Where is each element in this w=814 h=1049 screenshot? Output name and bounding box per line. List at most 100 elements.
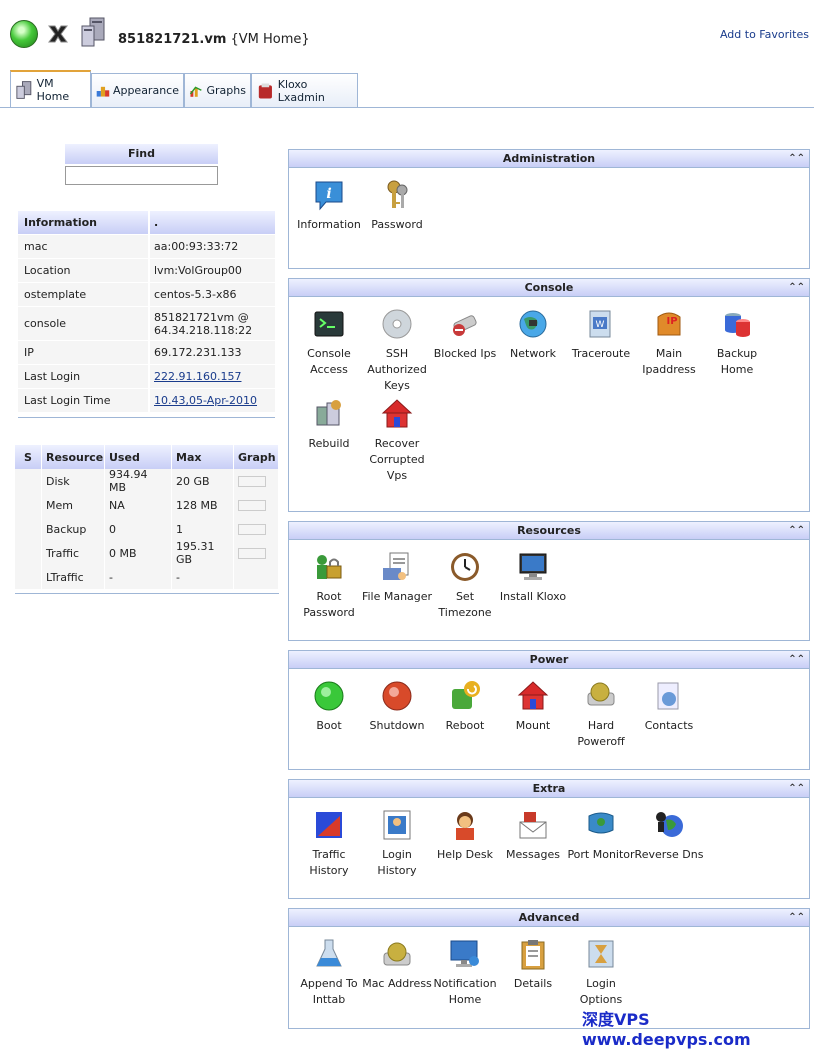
hard-disk-icon <box>584 679 618 713</box>
disable-x-icon[interactable] <box>44 20 72 48</box>
item-label: Backup Home <box>716 347 758 376</box>
mac-disk-item[interactable]: Mac Address <box>361 937 433 992</box>
kloxo-icon <box>258 82 272 99</box>
panel-header: Console ⌃⌃ <box>289 279 809 297</box>
add-to-favorites-link[interactable]: Add to Favorites <box>720 28 809 41</box>
collapse-icon[interactable]: ⌃⌃ <box>788 909 805 927</box>
tab-graphs[interactable]: Graphs <box>184 73 251 107</box>
item-label: Login Options <box>579 977 623 1006</box>
tab-appearance[interactable]: Appearance <box>91 73 184 107</box>
mount-item[interactable]: Mount <box>497 679 569 734</box>
resource-graph <box>234 517 278 541</box>
notification-item[interactable]: Notification Home <box>429 937 501 1008</box>
divider <box>15 593 279 594</box>
traceroute-icon: W <box>584 307 618 341</box>
item-label: Install Kloxo <box>499 590 567 603</box>
col-status: S <box>15 445 41 469</box>
help-desk-item[interactable]: Help Desk <box>429 808 501 863</box>
resource-row: Mem NA 128 MB <box>15 493 279 517</box>
database-item[interactable]: Backup Home <box>701 307 773 378</box>
tab-kloxo-lxadmin[interactable]: Kloxo Lxadmin <box>251 73 358 107</box>
database-icon <box>720 307 754 341</box>
page-title: 851821721.vm {VM Home} <box>118 32 310 47</box>
item-label: Mount <box>515 719 551 732</box>
keys-icon <box>380 178 414 212</box>
resource-graph <box>234 469 278 493</box>
collapse-icon[interactable]: ⌃⌃ <box>788 780 805 798</box>
col-used: Used <box>105 445 171 469</box>
traceroute-item[interactable]: W Traceroute <box>565 307 637 362</box>
item-label: Rebuild <box>308 437 350 450</box>
collapse-icon[interactable]: ⌃⌃ <box>788 651 805 669</box>
hourglass-item[interactable]: Login Options <box>565 937 637 1008</box>
flask-item[interactable]: Append To Inttab <box>293 937 365 1008</box>
resource-name: Backup <box>42 517 104 541</box>
reboot-item[interactable]: Reboot <box>429 679 501 734</box>
resource-max: 1 <box>172 517 233 541</box>
divider <box>18 417 275 418</box>
svg-text:W: W <box>596 320 605 330</box>
hard-disk-item[interactable]: Hard Poweroff <box>565 679 637 750</box>
panel-title: Administration <box>502 152 596 165</box>
messages-icon <box>516 808 550 842</box>
clock-item[interactable]: Set Timezone <box>429 550 501 621</box>
information-item[interactable]: i Information <box>293 178 365 233</box>
traffic-chart-item[interactable]: Traffic History <box>293 808 365 879</box>
header: 851821721.vm {VM Home} Add to Favorites <box>0 0 814 70</box>
login-history-item[interactable]: Login History <box>361 808 433 879</box>
info-row-console: console 851821721vm @ 64.34.218.118:22 <box>18 307 275 341</box>
contacts-icon <box>652 679 686 713</box>
collapse-icon[interactable]: ⌃⌃ <box>788 279 805 297</box>
tab-vm-home[interactable]: VM Home <box>10 70 91 108</box>
ip-item[interactable]: IP Main Ipaddress <box>633 307 705 378</box>
monitor-item[interactable]: Install Kloxo <box>497 550 569 605</box>
item-label: Set Timezone <box>438 590 492 619</box>
file-manager-item[interactable]: File Manager <box>361 550 433 605</box>
last-login-link[interactable]: 222.91.160.157 <box>154 370 241 383</box>
item-label: Reboot <box>445 719 485 732</box>
info-label: Last Login <box>18 365 148 388</box>
port-monitor-item[interactable]: Port Monitor <box>565 808 637 863</box>
shutdown-item[interactable]: Shutdown <box>361 679 433 734</box>
port-monitor-icon <box>584 808 618 842</box>
mount-icon <box>516 679 550 713</box>
item-label: Login History <box>377 848 417 877</box>
rebuild-item[interactable]: Rebuild <box>293 397 365 452</box>
keys-item[interactable]: Password <box>361 178 433 233</box>
info-label: ostemplate <box>18 283 148 306</box>
home-item[interactable]: Recover Corrupted Vps <box>361 397 433 484</box>
clipboard-icon <box>516 937 550 971</box>
item-label: Reverse Dns <box>634 848 704 861</box>
info-value: centos-5.3-x86 <box>150 283 275 306</box>
resource-row: LTraffic - - <box>15 565 279 589</box>
blocked-usb-item[interactable]: Blocked Ips <box>429 307 501 362</box>
info-row-ostemplate: ostemplate centos-5.3-x86 <box>18 283 275 307</box>
status-on-icon[interactable] <box>10 20 38 48</box>
graphs-icon <box>189 85 202 97</box>
file-manager-icon <box>380 550 414 584</box>
resource-table: S Resource Used Max Graph Disk 934.94 MB 2… <box>15 445 279 594</box>
info-row-location: Location lvm:VolGroup00 <box>18 259 275 283</box>
panel-power: Power ⌃⌃ Boot Shutdown Reboot Mount Hard Power… <box>288 650 810 770</box>
contacts-item[interactable]: Contacts <box>633 679 705 734</box>
watermark: 深度VPS www.deepvps.com <box>582 1010 751 1049</box>
panel-header: Administration ⌃⌃ <box>289 150 809 168</box>
find-input[interactable] <box>65 166 218 185</box>
messages-item[interactable]: Messages <box>497 808 569 863</box>
last-login-time-link[interactable]: 10.43,05-Apr-2010 <box>154 394 257 407</box>
console-item[interactable]: Console Access <box>293 307 365 378</box>
network-globe-item[interactable]: Network <box>497 307 569 362</box>
clipboard-item[interactable]: Details <box>497 937 569 992</box>
boot-item[interactable]: Boot <box>293 679 365 734</box>
help-desk-icon <box>448 808 482 842</box>
reverse-dns-item[interactable]: Reverse Dns <box>633 808 705 863</box>
item-label: Traceroute <box>571 347 631 360</box>
cd-item[interactable]: SSH Authorized Keys <box>361 307 433 394</box>
collapse-icon[interactable]: ⌃⌃ <box>788 522 805 540</box>
resource-used: NA <box>105 493 171 517</box>
lock-user-item[interactable]: Root Password <box>293 550 365 621</box>
collapse-icon[interactable]: ⌃⌃ <box>788 150 805 168</box>
col-resource: Resource <box>42 445 104 469</box>
find-label: Find <box>65 144 218 164</box>
item-label: Recover Corrupted Vps <box>369 437 425 482</box>
